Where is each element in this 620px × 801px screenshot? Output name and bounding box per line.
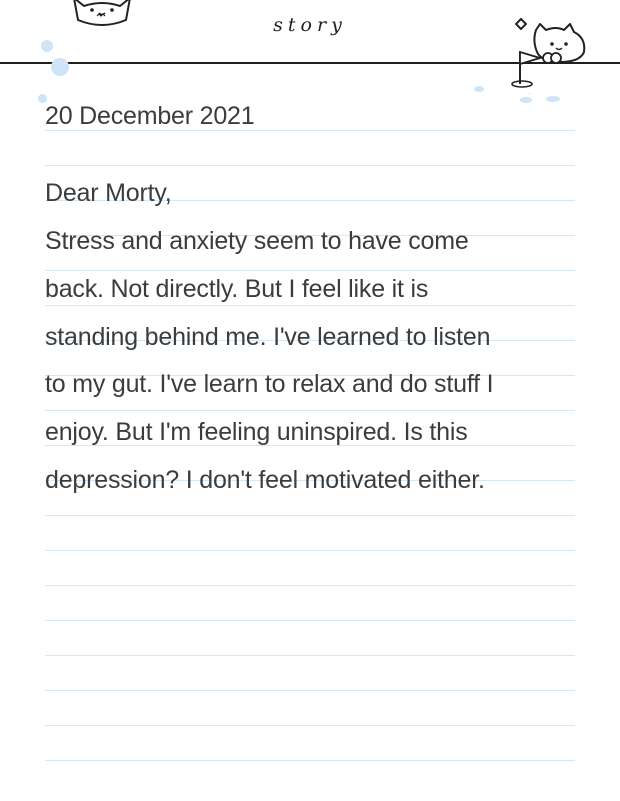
ruled-line xyxy=(45,305,575,306)
entry-body-line: standing behind me. I've learned to list… xyxy=(45,323,491,351)
ruled-line xyxy=(45,620,575,621)
decorative-dot xyxy=(520,97,532,103)
diamond-sparkle-icon xyxy=(515,18,527,30)
ruled-line xyxy=(45,655,575,656)
entry-greeting: Dear Morty, xyxy=(45,179,172,207)
ruled-line xyxy=(45,165,575,166)
ruled-line xyxy=(45,515,575,516)
entry-date: 20 December 2021 xyxy=(45,102,255,130)
entry-body-line: depression? I don't feel motivated eithe… xyxy=(45,466,485,494)
cat-icon-left xyxy=(73,0,131,26)
decorative-dot xyxy=(41,40,53,52)
entry-body-line: Stress and anxiety seem to have come xyxy=(45,227,469,255)
ruled-line xyxy=(45,725,575,726)
ruled-line xyxy=(45,690,575,691)
decorative-dot xyxy=(474,86,484,92)
ruled-line xyxy=(45,410,575,411)
entry-body-line: enjoy. But I'm feeling uninspired. Is th… xyxy=(45,418,468,446)
ruled-line xyxy=(45,270,575,271)
entry-body-line: to my gut. I've learn to relax and do st… xyxy=(45,370,494,398)
cat-golf-icon-right xyxy=(511,23,586,94)
ruled-line xyxy=(45,585,575,586)
decorative-dot xyxy=(51,58,69,76)
ruled-line xyxy=(45,760,575,761)
decorative-dot xyxy=(546,96,560,102)
ruled-line xyxy=(45,550,575,551)
entry-body-line: back. Not directly. But I feel like it i… xyxy=(45,275,429,303)
